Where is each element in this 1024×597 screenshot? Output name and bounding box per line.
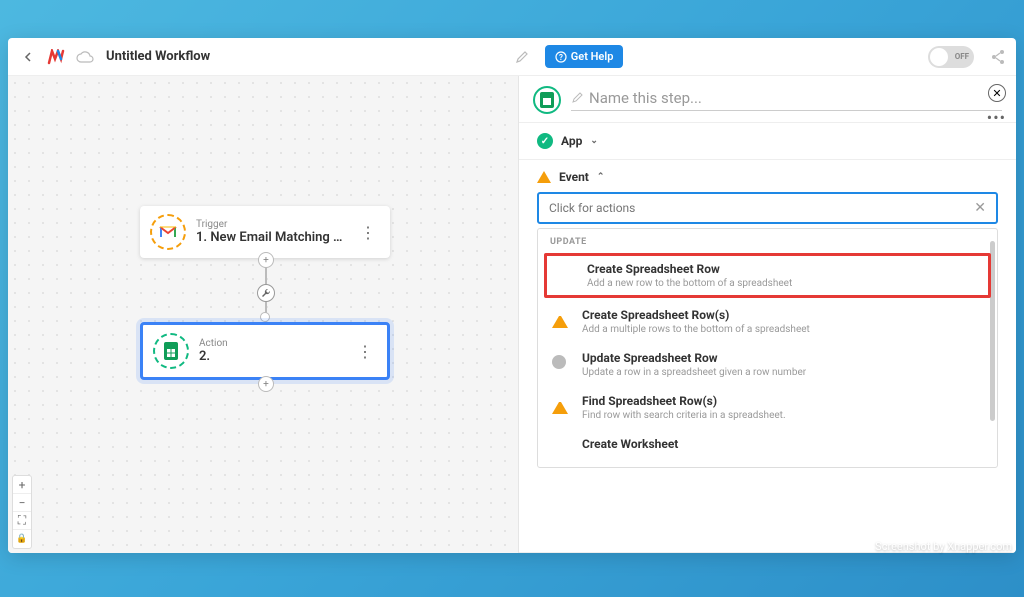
option-desc: Find row with search criteria in a sprea… bbox=[582, 410, 985, 421]
circle-icon bbox=[552, 355, 566, 369]
help-button[interactable]: ? Get Help bbox=[545, 45, 624, 68]
action-search-box[interactable]: ✕ bbox=[537, 192, 998, 224]
node-menu-button[interactable]: ⋮ bbox=[353, 342, 377, 361]
event-section: Event ⌃ ✕ UPDATE Create Spreadsheet Row … bbox=[519, 160, 1016, 553]
node-type-label: Action bbox=[199, 338, 343, 349]
warning-icon bbox=[552, 312, 568, 328]
action-option[interactable]: Create Worksheet bbox=[538, 429, 997, 459]
action-dropdown: UPDATE Create Spreadsheet Row Add a new … bbox=[537, 228, 998, 468]
gmail-icon bbox=[150, 214, 186, 250]
event-section-toggle[interactable]: Event ⌃ bbox=[537, 170, 998, 184]
clear-search-button[interactable]: ✕ bbox=[974, 200, 986, 216]
check-icon: ✓ bbox=[537, 133, 553, 149]
svg-text:?: ? bbox=[559, 53, 563, 62]
chevron-up-icon: ⌃ bbox=[597, 172, 605, 182]
sheets-icon bbox=[153, 333, 189, 369]
node-type-label: Trigger bbox=[196, 219, 346, 230]
app-section-label: App bbox=[561, 134, 582, 148]
option-title: Create Spreadsheet Row(s) bbox=[582, 308, 985, 322]
action-option[interactable]: Create Spreadsheet Row(s) Add a multiple… bbox=[538, 300, 997, 343]
panel-header: Name this step... bbox=[519, 76, 1016, 123]
workflow-title[interactable]: Untitled Workflow bbox=[106, 49, 210, 64]
option-desc: Add a multiple rows to the bottom of a s… bbox=[582, 324, 985, 335]
node-body: Trigger 1. New Email Matching a ... bbox=[196, 219, 346, 245]
fit-button[interactable]: ⛶ bbox=[13, 512, 31, 530]
node-title: 1. New Email Matching a ... bbox=[196, 230, 346, 245]
action-option[interactable]: Create Spreadsheet Row Add a new row to … bbox=[544, 253, 991, 298]
config-panel: ✕ ••• Name this step... ✓ App ⌄ bbox=[518, 76, 1016, 553]
enable-toggle[interactable]: OFF bbox=[928, 46, 974, 68]
zoom-controls: + − ⛶ 🔒 bbox=[12, 475, 32, 549]
node-title: 2. bbox=[199, 349, 343, 364]
action-option[interactable]: Update Spreadsheet Row Update a row in a… bbox=[538, 343, 997, 386]
action-option[interactable]: Find Spreadsheet Row(s) Find row with se… bbox=[538, 386, 997, 429]
wrench-icon[interactable] bbox=[257, 284, 275, 302]
trigger-node[interactable]: Trigger 1. New Email Matching a ... ⋮ bbox=[140, 206, 390, 258]
zoom-in-button[interactable]: + bbox=[13, 476, 31, 494]
add-step-button[interactable]: + bbox=[258, 252, 274, 268]
help-icon: ? bbox=[555, 51, 567, 63]
warning-icon bbox=[537, 171, 551, 183]
watermark: Screenshot by Xnapper.com bbox=[875, 540, 1012, 553]
pencil-icon bbox=[571, 92, 583, 104]
option-title: Create Spreadsheet Row bbox=[587, 262, 978, 276]
action-search-input[interactable] bbox=[549, 201, 974, 215]
app-section-toggle[interactable]: ✓ App ⌄ bbox=[537, 133, 998, 149]
event-body: ✕ UPDATE Create Spreadsheet Row Add a ne… bbox=[537, 184, 998, 468]
app-logo bbox=[46, 46, 68, 68]
back-button[interactable] bbox=[18, 47, 38, 67]
toggle-label: OFF bbox=[955, 52, 969, 61]
option-desc: Add a new row to the bottom of a spreads… bbox=[587, 278, 978, 289]
add-step-button[interactable]: + bbox=[258, 376, 274, 392]
chevron-down-icon: ⌄ bbox=[590, 136, 598, 146]
edit-icon[interactable] bbox=[515, 50, 529, 64]
zoom-out-button[interactable]: − bbox=[13, 494, 31, 512]
workflow-canvas[interactable]: Trigger 1. New Email Matching a ... ⋮ + … bbox=[8, 76, 518, 553]
option-title: Find Spreadsheet Row(s) bbox=[582, 394, 985, 408]
option-title: Create Worksheet bbox=[582, 437, 985, 451]
panel-more-button[interactable]: ••• bbox=[987, 108, 1006, 127]
lock-button[interactable]: 🔒 bbox=[13, 530, 31, 548]
main-area: Trigger 1. New Email Matching a ... ⋮ + … bbox=[8, 76, 1016, 553]
group-label: UPDATE bbox=[538, 229, 997, 251]
option-title: Update Spreadsheet Row bbox=[582, 351, 985, 365]
close-panel-button[interactable]: ✕ bbox=[988, 84, 1006, 102]
warning-icon bbox=[552, 398, 568, 414]
step-icon-sheets bbox=[533, 86, 561, 114]
node-body: Action 2. bbox=[199, 338, 343, 364]
node-menu-button[interactable]: ⋮ bbox=[356, 223, 380, 242]
event-section-label: Event bbox=[559, 170, 589, 184]
topbar: Untitled Workflow ? Get Help OFF bbox=[8, 38, 1016, 76]
cloud-icon bbox=[76, 51, 94, 63]
help-label: Get Help bbox=[571, 50, 614, 63]
action-node[interactable]: Action 2. ⋮ bbox=[140, 322, 390, 380]
option-desc: Update a row in a spreadsheet given a ro… bbox=[582, 367, 985, 378]
connector-dot bbox=[260, 312, 270, 322]
dropdown-footer: Can't find the Google Sheets action you'… bbox=[538, 459, 997, 468]
step-name-placeholder: Name this step... bbox=[589, 89, 702, 107]
app-window: Untitled Workflow ? Get Help OFF Trigger… bbox=[8, 38, 1016, 553]
app-section: ✓ App ⌄ bbox=[519, 123, 1016, 160]
step-name-input[interactable]: Name this step... bbox=[571, 89, 1002, 111]
share-icon[interactable] bbox=[990, 49, 1006, 65]
chevron-left-icon bbox=[23, 52, 33, 62]
